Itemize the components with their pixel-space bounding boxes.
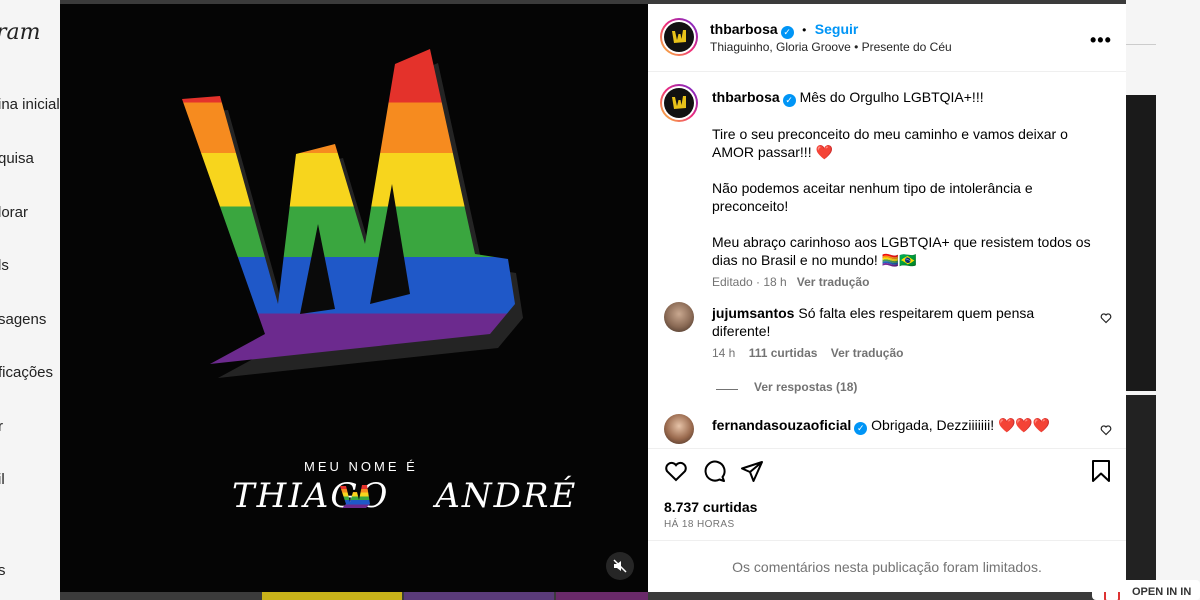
audio-attribution[interactable]: Thiaguinho, Gloria Groove • Presente do … <box>710 40 952 54</box>
save-bookmark-icon[interactable] <box>1090 459 1112 483</box>
background-nav-item: ficações <box>0 364 54 381</box>
background-thumbnail <box>262 592 402 600</box>
separator: • <box>802 23 807 37</box>
background-thumbnail <box>404 592 554 600</box>
image-caption-top: MEU NOME É <box>304 459 418 474</box>
post-actions: 8.737 curtidas HÁ 18 HORAS <box>648 448 1126 544</box>
background-nav-item: s <box>0 562 6 579</box>
background-nav-item: ls <box>0 257 9 274</box>
comment-username[interactable]: jujumsantos <box>712 305 794 321</box>
background-nav-item: sagens <box>0 311 47 328</box>
comment-bubble-icon[interactable] <box>702 459 726 483</box>
verified-badge-icon: ✓ <box>782 94 796 107</box>
share-paper-plane-icon[interactable] <box>740 459 764 483</box>
follow-button[interactable]: Seguir <box>815 21 859 37</box>
like-comment-heart-icon[interactable] <box>1100 312 1112 324</box>
post-timestamp: HÁ 18 HORAS <box>664 519 735 530</box>
post-caption: thbarbosa ✓ Mês do Orgulho LGBTQIA+!!! Ti… <box>712 88 1092 291</box>
background-nav-item: r <box>0 418 3 435</box>
caption-last-name: ANDRÉ <box>435 476 578 516</box>
image-caption-name: THIAGO ANDRÉ <box>232 476 577 516</box>
post-header: thbarbosa ✓ • Seguir Thiaguinho, Gloria G… <box>648 4 1126 72</box>
background-nav-item: lorar <box>0 204 29 221</box>
comment: fernandasouzaoficial ✓ Obrigada, Dezziiii… <box>712 416 1082 435</box>
crown-icon <box>672 30 686 43</box>
background-nav-item: il <box>0 471 5 488</box>
view-replies-button[interactable]: Ver respostas (18) <box>754 380 857 394</box>
caption-edited-time: Editado · 18 h <box>712 275 787 289</box>
background-thumbnail <box>1126 95 1156 391</box>
likes-count[interactable]: 8.737 curtidas <box>664 499 757 515</box>
translate-link[interactable]: Ver tradução <box>797 275 870 289</box>
small-rainbow-crown-icon <box>340 485 370 508</box>
comment-likes[interactable]: 111 curtidas <box>749 346 818 360</box>
caption-author-avatar[interactable] <box>660 84 698 122</box>
caption-username[interactable]: thbarbosa <box>712 89 780 105</box>
translate-link[interactable]: Ver tradução <box>831 346 904 360</box>
caption-paragraph: Meu abraço carinhoso aos LGBTQIA+ que re… <box>712 234 1091 268</box>
background-thumbnail <box>556 592 648 600</box>
comment: jujumsantos Só falta eles respeitarem qu… <box>712 304 1082 340</box>
background-thumbnail <box>1126 395 1156 580</box>
open-in-label: OPEN IN IN <box>1132 586 1192 598</box>
replies-divider <box>716 389 738 390</box>
background-logo: ram <box>0 20 41 45</box>
speaker-muted-icon <box>613 559 627 573</box>
crown-icon <box>672 96 686 109</box>
comment-username[interactable]: fernandasouzaoficial <box>712 417 851 433</box>
comments-limited-notice: Os comentários nesta publicação foram li… <box>648 540 1126 592</box>
verified-badge-icon: ✓ <box>780 26 794 39</box>
author-avatar[interactable] <box>660 18 698 56</box>
post-media[interactable]: MEU NOME É THIAGO ANDRÉ <box>60 4 648 592</box>
commenter-avatar[interactable] <box>664 414 694 444</box>
verified-badge-icon: ✓ <box>854 422 868 435</box>
caption-title: Mês do Orgulho LGBTQIA+!!! <box>799 89 984 105</box>
caption-paragraph: Tire o seu preconceito do meu caminho e … <box>712 126 1068 160</box>
commenter-avatar[interactable] <box>664 302 694 332</box>
comment-time: 14 h <box>712 346 736 360</box>
background-nav-item: quisa <box>0 150 34 167</box>
like-comment-heart-icon[interactable] <box>1100 424 1112 436</box>
background-sidebar: ram ina inicial quisa lorar ls sagens fi… <box>0 0 60 600</box>
post-side-panel: thbarbosa ✓ • Seguir Thiaguinho, Gloria G… <box>648 4 1126 592</box>
background-nav-item: ina inicial <box>0 96 60 113</box>
mute-button[interactable] <box>606 552 634 580</box>
caption-paragraph: Não podemos aceitar nenhum tipo de intol… <box>712 180 1033 214</box>
more-options-button[interactable]: ••• <box>1090 30 1112 51</box>
like-heart-icon[interactable] <box>664 459 688 483</box>
comment-text: Obrigada, Dezziiiiiii! ❤️❤️❤️ <box>871 417 1051 433</box>
author-username[interactable]: thbarbosa <box>710 21 778 37</box>
